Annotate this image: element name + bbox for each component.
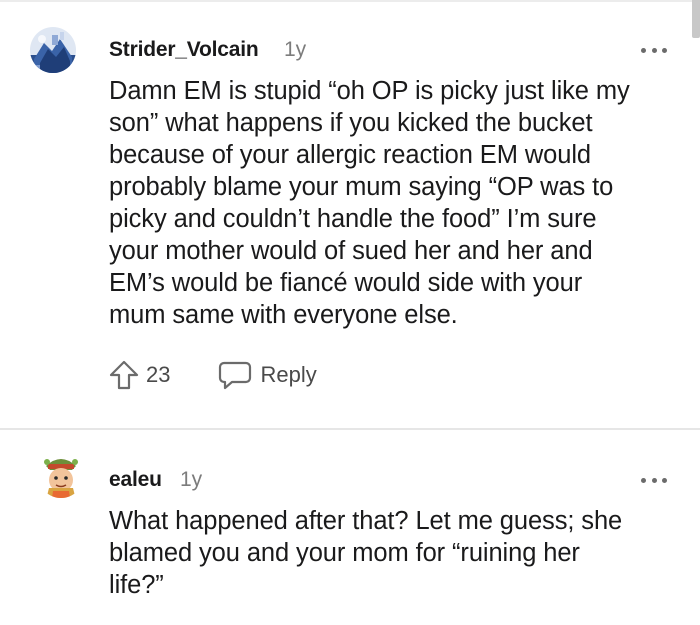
comment-body-line: son” what happens if you kicked the buck… [109,109,593,137]
comment-age: 1y [284,38,307,61]
comment-body-line: life?” [109,571,164,599]
comment-body: Damn EM is stupid “oh OP is picky just l… [109,75,630,331]
comment-actions: 23 Reply [108,357,317,393]
upvote-count: 23 [146,362,171,387]
comment-body-line: probably blame your mum saying “OP was t… [109,173,614,201]
dot [641,477,646,483]
user-avatar[interactable] [38,452,84,498]
comment-body-line: blamed you and your mom for “ruining her [109,539,580,567]
upvote-arrow-icon [109,360,139,390]
comment-author[interactable]: ealeu [109,468,162,492]
dot [651,47,657,53]
comment-body-line: EM’s would be fiancé would side with you… [109,269,583,297]
dot [662,47,667,53]
dot [662,477,667,483]
more-options-icon[interactable] [641,45,667,55]
comment-body-line: Damn EM is stupid “oh OP is picky just l… [109,77,630,105]
comment-strider-volcain: Strider_Volcain 1y Damn EM is stupid “oh… [0,0,700,428]
upvote-button[interactable]: 23 [108,359,170,391]
comment-body-line: because of your allergic reaction EM wou… [109,141,591,169]
dot [641,47,646,53]
speech-bubble-icon [219,361,252,390]
dot [651,477,657,483]
reply-button[interactable]: Reply [218,360,317,390]
comment-body-line: picky and couldn’t handle the food” I’m … [109,205,597,233]
comment-body: What happened after that? Let me guess; … [109,505,622,601]
blue-volcano-avatar-icon [30,27,76,73]
comment-age: 1y [180,468,203,491]
comment-author[interactable]: Strider_Volcain [109,38,259,62]
user-avatar[interactable] [30,27,76,73]
comment-body-line: your mother would of sued her and her an… [109,237,593,265]
reply-label: Reply [260,362,317,387]
cartoon-character-avatar-icon [38,452,84,498]
more-options-icon[interactable] [641,475,667,485]
comment-body-line: mum same with everyone else. [109,301,458,329]
comment-ealeu: ealeu 1y What happened after that? Let m… [0,430,700,625]
comment-body-line: What happened after that? Let me guess; … [109,507,623,535]
